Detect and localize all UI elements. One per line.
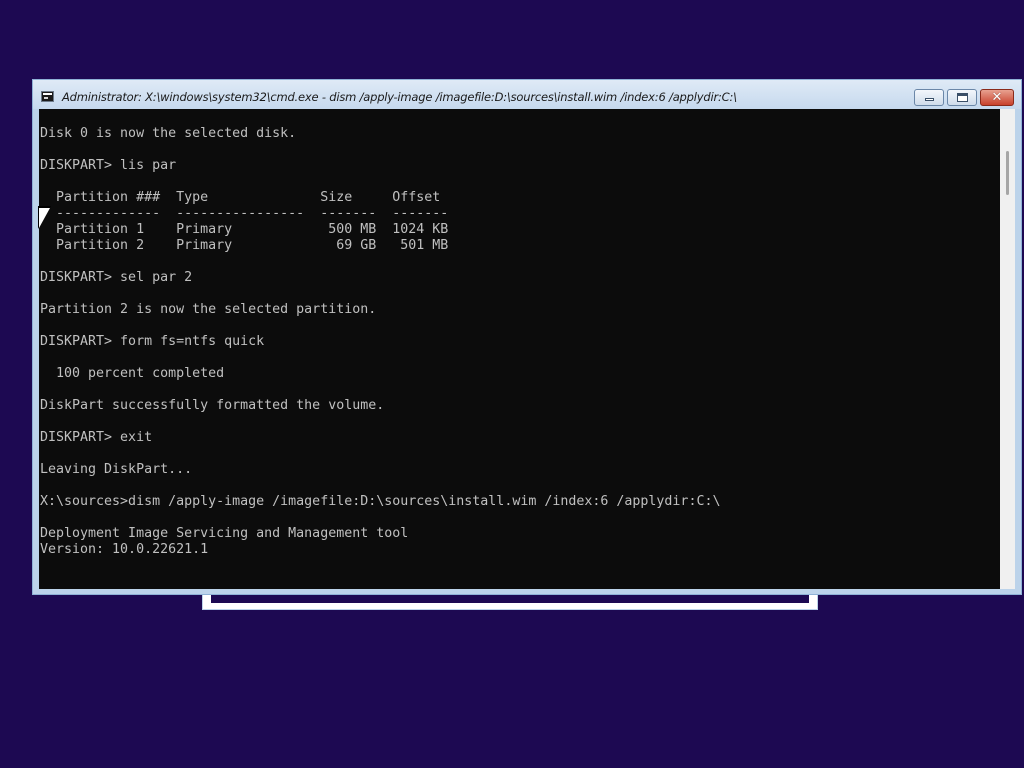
console-line: Partition 2 Primary 69 GB 501 MB xyxy=(40,238,449,253)
console-line: 100 percent completed xyxy=(40,366,225,381)
minimize-icon xyxy=(925,98,934,101)
maximize-icon xyxy=(957,93,968,102)
vertical-scrollbar[interactable] xyxy=(1000,109,1015,589)
title-bar[interactable]: Administrator: X:\windows\system32\cmd.e… xyxy=(33,80,1021,109)
close-button[interactable]: ✕ xyxy=(980,89,1014,106)
window-title: Administrator: X:\windows\system32\cmd.e… xyxy=(62,90,737,104)
console-line: X:\sources>dism /apply-image /imagefile:… xyxy=(40,494,721,509)
console-output[interactable]: Disk 0 is now the selected disk. DISKPART… xyxy=(39,109,1000,589)
minimize-button[interactable] xyxy=(914,89,944,106)
cmd-window[interactable]: Administrator: X:\windows\system32\cmd.e… xyxy=(32,79,1022,595)
console-line: DISKPART> form fs=ntfs quick xyxy=(40,334,265,349)
maximize-button[interactable] xyxy=(947,89,977,106)
console-line: DISKPART> lis par xyxy=(40,158,177,173)
scrollbar-thumb[interactable] xyxy=(1006,151,1009,195)
console-line: Version: 10.0.22621.1 xyxy=(40,542,209,557)
console-line: Deployment Image Servicing and Managemen… xyxy=(40,526,409,541)
console-line: Partition ### Type Size Offset xyxy=(40,190,441,205)
console-app-icon[interactable] xyxy=(41,91,54,102)
console-line: Disk 0 is now the selected disk. xyxy=(40,126,297,141)
console-line: DISKPART> exit xyxy=(40,430,153,445)
console-line: Partition 2 is now the selected partitio… xyxy=(40,302,377,317)
console-line: Partition 1 Primary 500 MB 1024 KB xyxy=(40,222,449,237)
console-line: DiskPart successfully formatted the volu… xyxy=(40,398,385,413)
console-line: Leaving DiskPart... xyxy=(40,462,193,477)
console-line: ------------- ---------------- ------- -… xyxy=(40,206,449,221)
desktop-background: Administrator: X:\windows\system32\cmd.e… xyxy=(0,0,1024,768)
mouse-pointer-icon xyxy=(39,208,50,228)
close-icon: ✕ xyxy=(991,90,1003,105)
console-line: DISKPART> sel par 2 xyxy=(40,270,193,285)
